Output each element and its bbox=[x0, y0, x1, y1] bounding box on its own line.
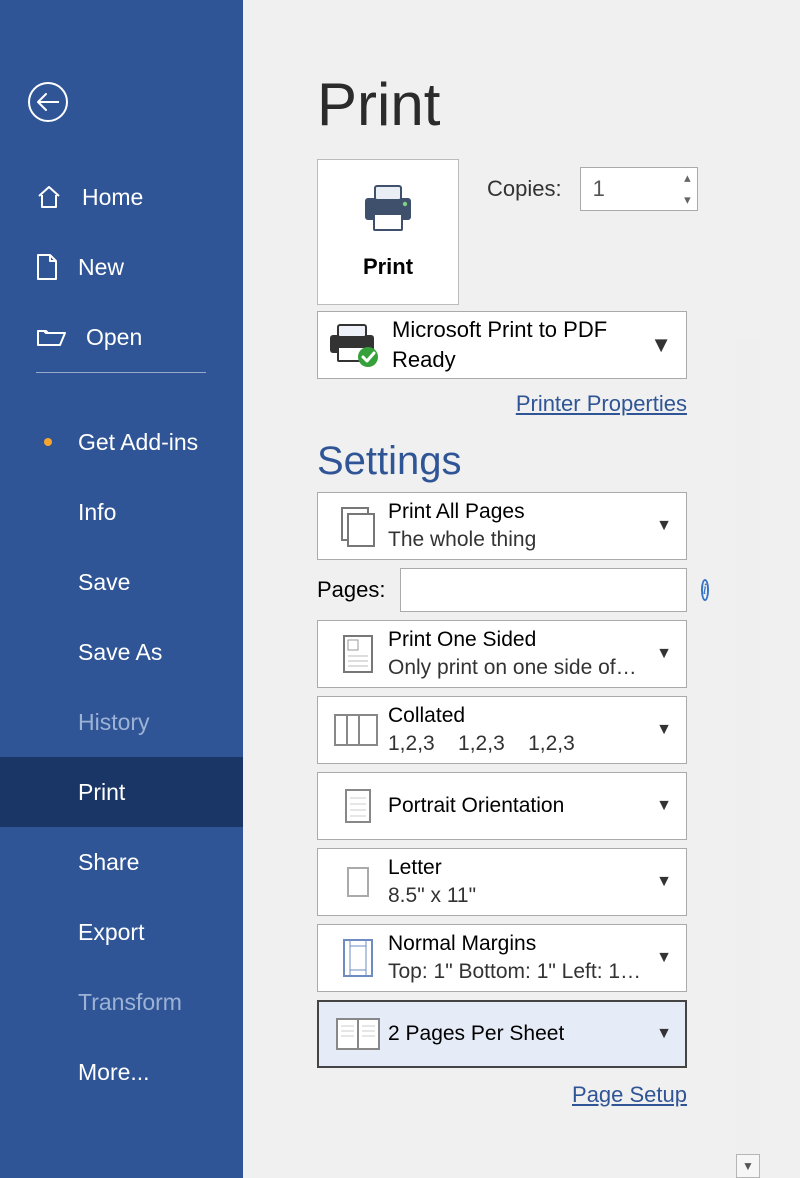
chevron-down-icon: ▼ bbox=[650, 332, 672, 358]
sidebar-item-print[interactable]: Print bbox=[0, 757, 243, 827]
setting-subtitle: Only print on one side of… bbox=[388, 654, 637, 682]
one-sided-icon bbox=[340, 632, 376, 676]
setting-title: Normal Margins bbox=[388, 930, 641, 958]
setting-print-scope[interactable]: Print All Pages The whole thing ▼ bbox=[317, 492, 687, 560]
info-icon[interactable]: i bbox=[701, 579, 709, 601]
chevron-down-icon: ▼ bbox=[656, 1025, 672, 1043]
sidebar-item-label: Export bbox=[78, 919, 144, 946]
printer-ready-icon bbox=[326, 323, 382, 367]
backstage-sidebar: Home New Open Get Add-ins Info Save Save… bbox=[0, 0, 243, 1178]
chevron-down-icon: ▼ bbox=[656, 873, 672, 891]
sidebar-item-history: History bbox=[0, 687, 243, 757]
setting-subtitle: The whole thing bbox=[388, 526, 536, 554]
spin-up-icon[interactable]: ▴ bbox=[684, 170, 691, 186]
printer-properties-link[interactable]: Printer Properties bbox=[516, 391, 687, 416]
setting-pages-per-sheet[interactable]: 2 Pages Per Sheet ▼ bbox=[317, 1000, 687, 1068]
sidebar-item-label: History bbox=[78, 709, 150, 736]
print-button[interactable]: Print bbox=[317, 159, 459, 305]
sidebar-item-get-addins[interactable]: Get Add-ins bbox=[0, 407, 243, 477]
sidebar-item-label: Transform bbox=[78, 989, 182, 1016]
spin-down-icon[interactable]: ▾ bbox=[684, 192, 691, 208]
scroll-down-button[interactable]: ▼ bbox=[736, 1154, 760, 1178]
collated-icon bbox=[333, 709, 383, 751]
setting-paper-size[interactable]: Letter 8.5" x 11" ▼ bbox=[317, 848, 687, 916]
chevron-down-icon: ▼ bbox=[656, 949, 672, 967]
margins-icon bbox=[341, 937, 375, 979]
print-panel: Print Print Copies: ▴ ▾ bbox=[243, 0, 800, 1178]
printer-name: Microsoft Print to PDF bbox=[392, 315, 607, 345]
setting-title: Portrait Orientation bbox=[388, 792, 564, 820]
sidebar-item-label: Open bbox=[86, 324, 142, 351]
sidebar-item-transform: Transform bbox=[0, 967, 243, 1037]
setting-title: Letter bbox=[388, 854, 476, 882]
back-button[interactable] bbox=[28, 82, 68, 122]
chevron-down-icon: ▼ bbox=[656, 517, 672, 535]
sidebar-item-save[interactable]: Save bbox=[0, 547, 243, 617]
copies-input[interactable] bbox=[581, 176, 663, 202]
sidebar-item-more[interactable]: More... bbox=[0, 1037, 243, 1107]
setting-sides[interactable]: Print One Sided Only print on one side o… bbox=[317, 620, 687, 688]
setting-collate[interactable]: Collated 1,2,3 1,2,3 1,2,3 ▼ bbox=[317, 696, 687, 764]
setting-title: Collated bbox=[388, 702, 575, 730]
setting-title: 2 Pages Per Sheet bbox=[388, 1020, 564, 1048]
sidebar-item-label: Get Add-ins bbox=[78, 429, 198, 456]
sidebar-item-new[interactable]: New bbox=[0, 232, 243, 302]
portrait-icon bbox=[342, 786, 374, 826]
arrow-left-icon bbox=[37, 93, 59, 111]
setting-orientation[interactable]: Portrait Orientation ▼ bbox=[317, 772, 687, 840]
page-setup-link[interactable]: Page Setup bbox=[572, 1082, 687, 1107]
printer-status: Ready bbox=[392, 345, 607, 375]
setting-margins[interactable]: Normal Margins Top: 1" Bottom: 1" Left: … bbox=[317, 924, 687, 992]
sidebar-item-label: Save bbox=[78, 569, 130, 596]
sidebar-item-label: Info bbox=[78, 499, 116, 526]
sidebar-item-open[interactable]: Open bbox=[0, 302, 243, 372]
copies-spinner[interactable]: ▴ ▾ bbox=[580, 167, 698, 211]
setting-title: Print All Pages bbox=[388, 498, 536, 526]
pages-stack-icon bbox=[338, 504, 378, 548]
sidebar-item-info[interactable]: Info bbox=[0, 477, 243, 547]
sidebar-item-label: More... bbox=[78, 1059, 150, 1086]
printer-icon bbox=[359, 184, 417, 232]
sidebar-item-label: Home bbox=[82, 184, 143, 211]
print-button-label: Print bbox=[363, 254, 413, 280]
paper-icon bbox=[342, 862, 374, 902]
chevron-down-icon: ▼ bbox=[656, 797, 672, 815]
sidebar-item-label: Print bbox=[78, 779, 125, 806]
chevron-down-icon: ▼ bbox=[656, 721, 672, 739]
sidebar-item-label: Save As bbox=[78, 639, 162, 666]
scrollbar-track[interactable] bbox=[736, 338, 760, 1154]
pages-input[interactable] bbox=[400, 568, 687, 612]
setting-title: Print One Sided bbox=[388, 626, 637, 654]
setting-subtitle: Top: 1" Bottom: 1" Left: 1… bbox=[388, 958, 641, 986]
sidebar-item-share[interactable]: Share bbox=[0, 827, 243, 897]
sidebar-item-export[interactable]: Export bbox=[0, 897, 243, 967]
setting-subtitle: 8.5" x 11" bbox=[388, 882, 476, 910]
copies-label: Copies: bbox=[487, 176, 562, 202]
printer-dropdown[interactable]: Microsoft Print to PDF Ready ▼ bbox=[317, 311, 687, 379]
settings-header: Settings bbox=[317, 439, 800, 484]
setting-subtitle: 1,2,3 1,2,3 1,2,3 bbox=[388, 730, 575, 758]
sidebar-item-save-as[interactable]: Save As bbox=[0, 617, 243, 687]
sidebar-item-home[interactable]: Home bbox=[0, 162, 243, 232]
chevron-down-icon: ▼ bbox=[656, 645, 672, 663]
home-icon bbox=[36, 185, 62, 209]
pages-label: Pages: bbox=[317, 577, 386, 603]
page-title: Print bbox=[317, 70, 800, 139]
folder-open-icon bbox=[36, 325, 66, 349]
new-doc-icon bbox=[36, 253, 58, 281]
sidebar-item-label: New bbox=[78, 254, 124, 281]
sidebar-item-label: Share bbox=[78, 849, 139, 876]
two-pages-icon bbox=[335, 1016, 381, 1052]
